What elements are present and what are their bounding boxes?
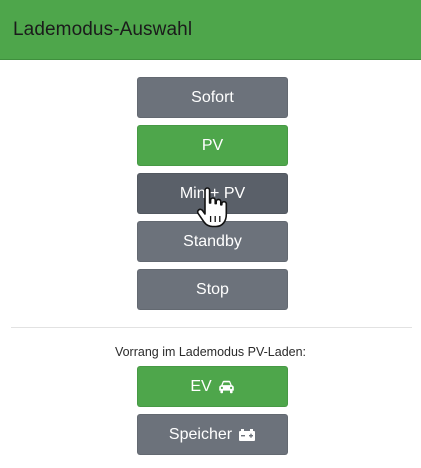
priority-button-speicher[interactable]: Speicher [137,414,288,455]
charge-mode-panel: Lademodus-Auswahl Sofort PV Min + PV Sta… [0,0,421,468]
mode-button-pv[interactable]: PV [137,125,288,166]
priority-button-label: Speicher [168,425,233,443]
priority-button-label: EV [190,377,212,395]
mode-button-min-pv[interactable]: Min + PV [137,173,288,214]
car-icon [218,380,235,394]
mode-button-label: Sofort [191,88,234,106]
panel-header: Lademodus-Auswahl [0,0,421,60]
priority-button-ev[interactable]: EV [137,366,288,407]
page-title: Lademodus-Auswahl [13,18,193,40]
mode-button-label: Min + PV [179,184,246,202]
mode-button-sofort[interactable]: Sofort [137,77,288,118]
battery-icon [238,428,256,442]
divider [11,327,412,328]
mode-button-label: PV [201,136,224,154]
priority-label: Vorrang im Lademodus PV-Laden: [114,345,307,359]
mode-button-stop[interactable]: Stop [137,269,288,310]
mode-button-label: Stop [196,280,229,298]
mode-button-label: Standby [183,232,242,250]
mode-button-standby[interactable]: Standby [137,221,288,262]
